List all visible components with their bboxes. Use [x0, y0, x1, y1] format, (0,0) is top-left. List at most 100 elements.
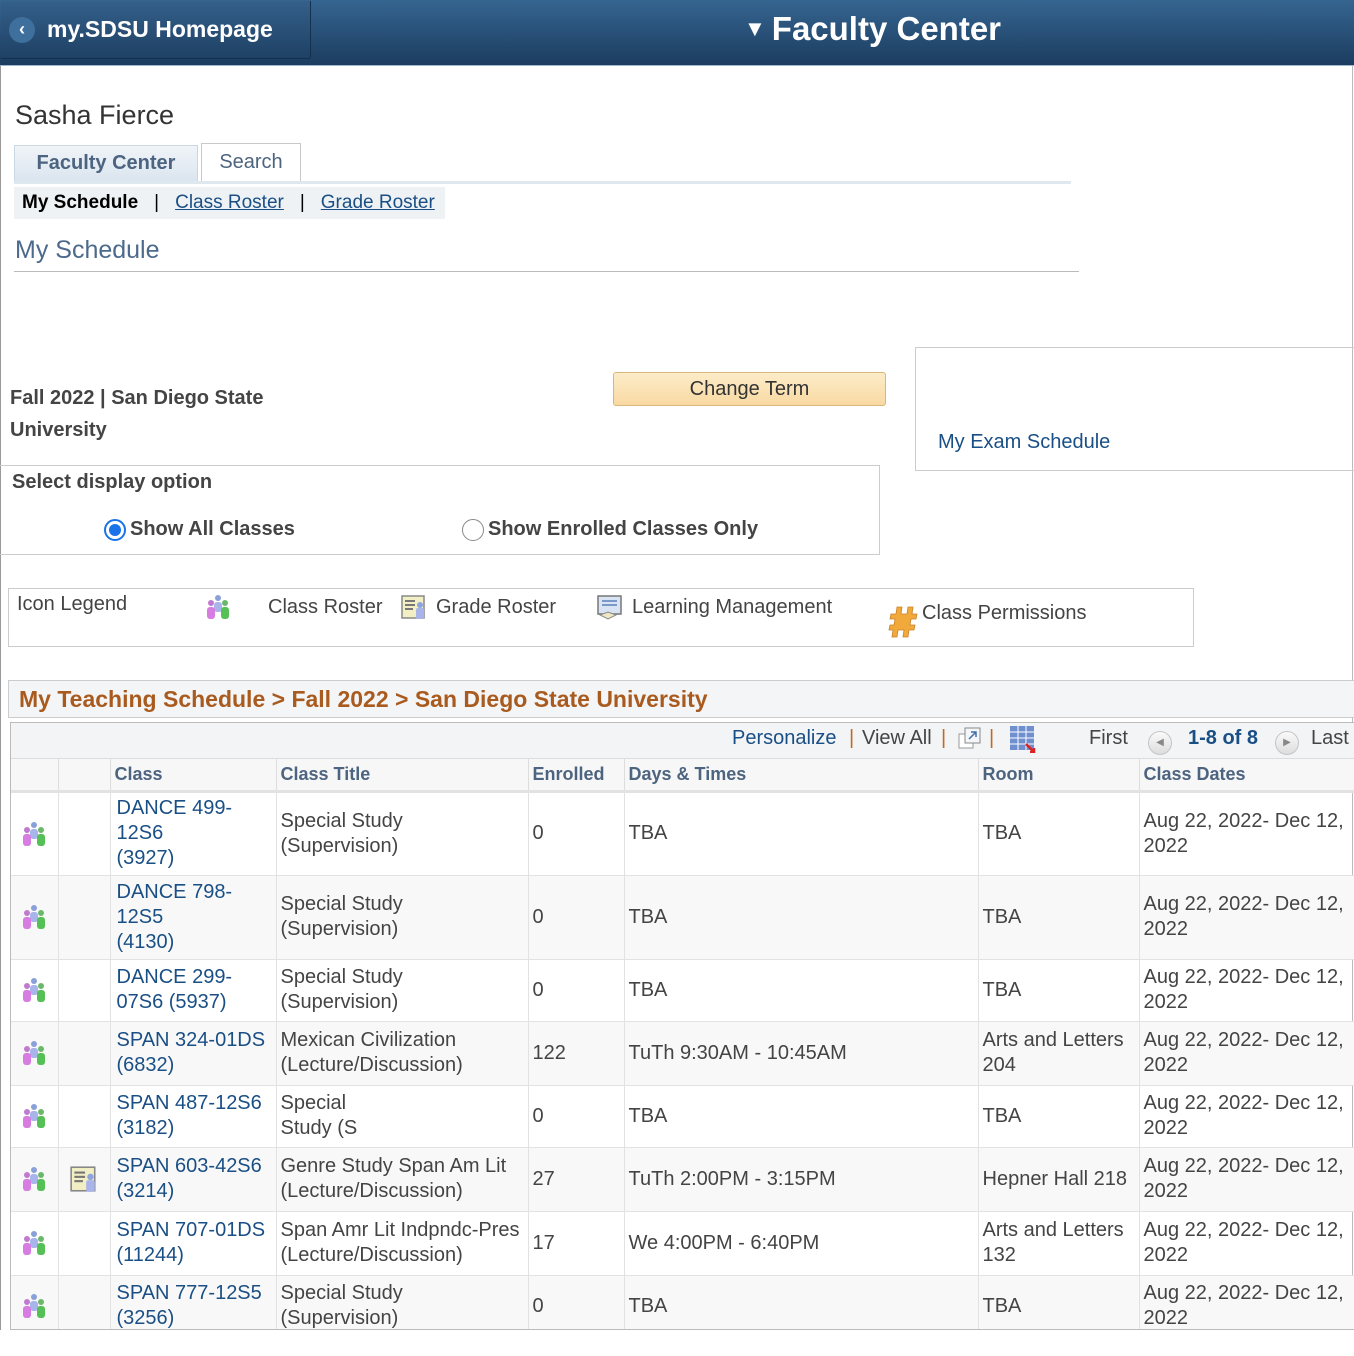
class-link[interactable]: DANCE 299-07S6 (5937) — [110, 959, 277, 1022]
grade-cell — [58, 1275, 111, 1329]
class-roster-icon[interactable] — [15, 976, 54, 1004]
grade-cell — [58, 791, 111, 876]
subnav-separator: | — [299, 192, 305, 213]
top-banner: ‹ my.SDSU Homepage ▼ Faculty Center — [0, 0, 1354, 66]
tab-bar: Faculty Center Search — [14, 143, 301, 181]
column-header-room[interactable]: Room — [978, 759, 1140, 793]
roster-cell — [11, 1021, 59, 1086]
table-header-row: Class Class Title Enrolled Days & Times … — [11, 759, 1354, 793]
enrolled-count: 0 — [528, 875, 625, 960]
arrow-left-icon[interactable]: ◀ — [1148, 731, 1172, 755]
tab-search[interactable]: Search — [201, 143, 301, 181]
class-dates: Aug 22, 2022- Dec 12, 2022 — [1139, 791, 1354, 876]
radio-selected-icon[interactable] — [104, 518, 126, 541]
exam-schedule-link[interactable]: My Exam Schedule — [938, 431, 1110, 454]
show-enrolled-only-radio[interactable]: Show Enrolled Classes Only — [462, 518, 758, 541]
class-dates: Aug 22, 2022- Dec 12, 2022 — [1139, 1085, 1354, 1148]
class-link[interactable]: SPAN 487-12S6 (3182) — [110, 1085, 277, 1148]
grade-cell — [58, 1085, 111, 1148]
enrolled-count: 0 — [528, 1085, 625, 1148]
tab-faculty-center[interactable]: Faculty Center — [14, 145, 198, 181]
grade-cell — [58, 1147, 111, 1212]
next-page-button[interactable]: ▶ — [1275, 728, 1299, 755]
display-option-label: Select display option — [12, 471, 213, 493]
class-title-text: Genre Study Span Am Lit (Lecture/Discuss… — [280, 1155, 507, 1202]
new-window-icon[interactable] — [957, 726, 983, 758]
class-title: Span Amr Lit Indpndc-Pres (Lecture/Discu… — [276, 1211, 529, 1276]
class-link[interactable]: DANCE 499- 12S6 (3927) — [110, 791, 277, 876]
column-header-grade — [58, 759, 111, 793]
class-link[interactable]: SPAN 603-42S6 (3214) — [110, 1147, 277, 1212]
enrolled-count: 0 — [528, 959, 625, 1022]
class-roster-icon[interactable] — [15, 1039, 54, 1067]
previous-page-button[interactable]: ◀ — [1148, 728, 1172, 755]
class-link[interactable]: SPAN 777-12S5 (3256) — [110, 1275, 277, 1329]
subnav-grade-roster-link[interactable]: Grade Roster — [321, 192, 435, 214]
enrolled-count: 27 — [528, 1147, 625, 1212]
triangle-down-icon: ▼ — [744, 16, 766, 41]
class-dates: Aug 22, 2022- Dec 12, 2022 — [1139, 1147, 1354, 1212]
class-dates: Aug 22, 2022- Dec 12, 2022 — [1139, 875, 1354, 960]
class-title-text: Special Study (Supervision) — [280, 966, 403, 1013]
column-header-enrolled[interactable]: Enrolled — [528, 759, 625, 793]
class-roster-icon[interactable] — [15, 1165, 54, 1193]
subnav-class-roster-link[interactable]: Class Roster — [175, 192, 284, 214]
toolbar-separator: | — [941, 727, 947, 749]
room: Arts and Letters 204 — [978, 1021, 1140, 1086]
room: TBA — [978, 1275, 1140, 1329]
roster-cell — [11, 875, 59, 960]
class-title: Special Study (Supervision) — [276, 1275, 529, 1329]
show-all-classes-radio[interactable]: Show All Classes — [104, 518, 295, 541]
page-title: Faculty Center — [771, 10, 1002, 47]
column-header-days-times[interactable]: Days & Times — [624, 759, 979, 793]
class-roster-icon[interactable] — [15, 903, 54, 931]
personalize-link[interactable]: Personalize — [732, 727, 837, 750]
room: Arts and Letters 132 — [978, 1211, 1140, 1276]
arrow-right-icon[interactable]: ▶ — [1275, 731, 1299, 755]
class-roster-icon[interactable] — [15, 820, 54, 848]
page-title-menu[interactable]: ▼ Faculty Center — [744, 10, 1001, 48]
class-dates: Aug 22, 2022- Dec 12, 2022 — [1139, 959, 1354, 1022]
legend-class-roster: Class Roster — [204, 593, 382, 621]
page-range: 1-8 of 8 — [1188, 727, 1259, 749]
subnav-class-roster-label: Class Roster — [175, 192, 284, 213]
chevron-left-icon: ‹ — [9, 16, 35, 43]
roster-cell — [11, 1275, 59, 1329]
class-dates: Aug 22, 2022- Dec 12, 2022 — [1139, 1211, 1354, 1276]
term-info: Fall 2022 | San Diego State University — [10, 382, 310, 446]
table-row: DANCE 798- 12S5 (4130) Special Study (Sup… — [11, 875, 1354, 960]
column-header-class-title[interactable]: Class Title — [276, 759, 529, 793]
grade-cell — [58, 1211, 111, 1276]
class-roster-icon[interactable] — [15, 1292, 54, 1320]
view-all-link[interactable]: View All — [862, 727, 932, 750]
icon-legend-title: Icon Legend — [17, 593, 128, 615]
term-line-2: University — [10, 419, 107, 441]
teaching-schedule-header: My Teaching Schedule > Fall 2022 > San D… — [8, 680, 1354, 718]
days-times: TuTh 2:00PM - 3:15PM — [624, 1147, 979, 1212]
class-title-text: Span Amr Lit Indpndc-Pres (Lecture/Discu… — [280, 1219, 520, 1266]
class-title-text: Special Study (Supervision) — [280, 1282, 403, 1329]
grade-cell — [58, 1021, 111, 1086]
legend-learning-management-label: Learning Management — [632, 595, 833, 618]
sub-navigation: My Schedule | Class Roster | Grade Roste… — [14, 187, 445, 219]
days-times: TBA — [624, 1085, 979, 1148]
homepage-button[interactable]: ‹ my.SDSU Homepage — [1, 1, 311, 59]
class-roster-icon[interactable] — [15, 1102, 54, 1130]
days-times: TBA — [624, 875, 979, 960]
class-link[interactable]: SPAN 324-01DS (6832) — [110, 1021, 277, 1086]
class-link[interactable]: SPAN 707-01DS (11244) — [110, 1211, 277, 1276]
grade-roster-icon[interactable] — [63, 1164, 106, 1194]
change-term-button[interactable]: Change Term — [613, 372, 886, 406]
room: TBA — [978, 959, 1140, 1022]
download-spreadsheet-icon[interactable] — [1009, 725, 1037, 759]
class-link[interactable]: DANCE 798- 12S5 (4130) — [110, 875, 277, 960]
toolbar-separator: | — [989, 727, 995, 749]
enrolled-count: 0 — [528, 1275, 625, 1329]
table-row: SPAN 707-01DS (11244) Span Amr Lit Indpnd… — [11, 1211, 1354, 1276]
class-title: Special Study (Supervision) — [276, 1085, 529, 1148]
room: TBA — [978, 1085, 1140, 1148]
column-header-class-dates[interactable]: Class Dates — [1139, 759, 1354, 793]
radio-unselected-icon[interactable] — [462, 518, 484, 541]
class-roster-icon[interactable] — [15, 1229, 54, 1257]
column-header-class[interactable]: Class — [110, 759, 277, 793]
